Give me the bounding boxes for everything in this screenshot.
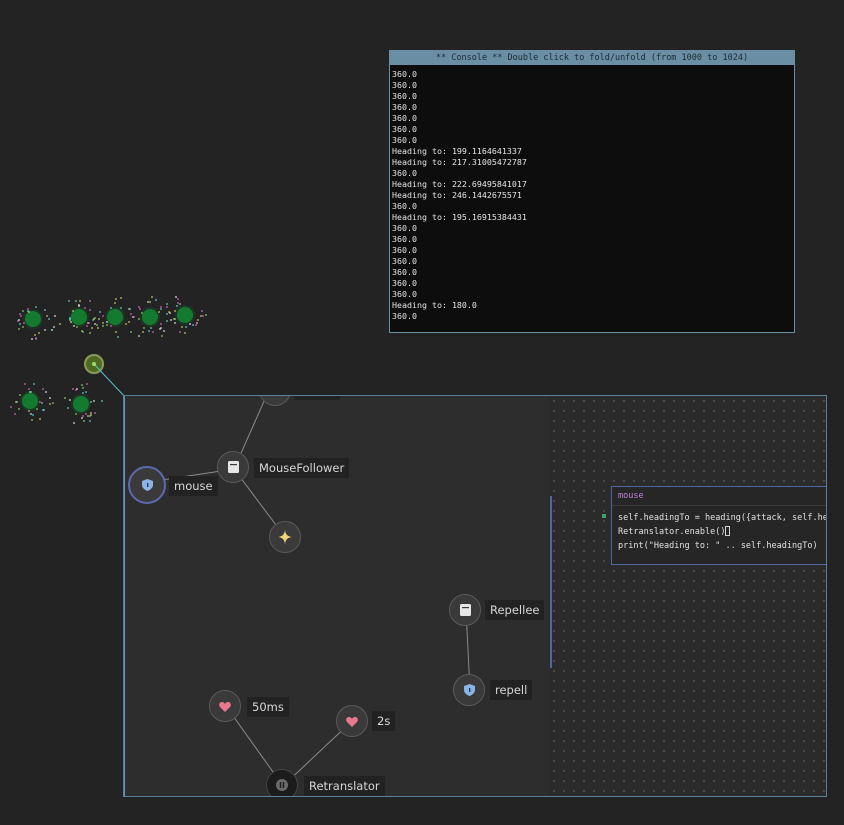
particle (18, 393, 21, 396)
particle (102, 314, 105, 317)
code-editor-title: mouse (612, 487, 826, 506)
particle (51, 401, 54, 404)
sparkle-icon (278, 530, 292, 544)
particle (74, 388, 77, 391)
code-line[interactable]: self.headingTo = heading({attack, self.h… (612, 511, 826, 525)
particle (43, 329, 46, 332)
particle (34, 337, 37, 340)
particle (78, 303, 81, 306)
particle (66, 406, 69, 409)
timer-2s-node[interactable] (336, 705, 368, 737)
particle (178, 330, 181, 333)
particle (173, 317, 176, 320)
particle (53, 325, 56, 328)
particle (117, 335, 119, 338)
particle (124, 322, 127, 325)
particle (165, 319, 168, 322)
particle (53, 314, 56, 317)
particle (132, 315, 135, 318)
timer-50ms-label: 50ms (247, 697, 289, 717)
particle (119, 296, 122, 299)
timer-2s-label: 2s (372, 711, 396, 731)
particle (87, 321, 90, 324)
particle (158, 327, 161, 330)
particle (81, 415, 84, 418)
particle (101, 324, 104, 327)
code-gutter-bar (550, 496, 552, 668)
repellee-label: Repellee (485, 600, 545, 620)
heart-icon (219, 701, 231, 712)
particle (78, 299, 81, 302)
repell-node[interactable] (453, 674, 485, 706)
repellee-node[interactable] (449, 594, 481, 626)
particle (89, 401, 92, 404)
mouse-node[interactable] (128, 466, 166, 504)
retranslator-label: Retranslator (304, 776, 385, 796)
particle (195, 323, 198, 326)
particle (28, 409, 31, 412)
graph-editor-panel[interactable]: mouse MouseFollower Repellee repell 50ms… (123, 395, 827, 797)
particle (88, 299, 91, 302)
particle (68, 299, 71, 302)
shield-icon (463, 684, 475, 696)
particle (69, 317, 72, 320)
document-icon (459, 604, 471, 616)
particle (178, 302, 181, 305)
particle (200, 309, 203, 312)
code-editor[interactable]: mouse self.headingTo = heading({attack, … (611, 486, 826, 565)
pause-icon (276, 779, 288, 791)
code-line[interactable]: print("Heading to: " .. self.headingTo) (612, 539, 826, 553)
particle (44, 390, 47, 393)
particle (137, 334, 140, 337)
timer-50ms-node[interactable] (209, 690, 241, 722)
particle (140, 311, 143, 314)
particle (48, 396, 51, 399)
text-cursor (725, 526, 731, 536)
particle (129, 307, 132, 310)
particle (141, 330, 144, 333)
code-line[interactable]: Retranslator.enable() (612, 525, 826, 539)
particle (89, 419, 92, 422)
particle (47, 317, 50, 320)
particle (110, 306, 113, 309)
particle (138, 317, 141, 320)
particle (27, 388, 30, 390)
particle (26, 310, 29, 313)
particle (30, 337, 33, 340)
particle (174, 296, 177, 299)
particle (173, 321, 176, 324)
document-icon (227, 461, 239, 473)
repell-label: repell (490, 680, 533, 700)
particle (169, 318, 172, 321)
connector-handle[interactable] (602, 514, 606, 518)
particle (150, 295, 153, 298)
shield-icon (141, 479, 153, 491)
particle (98, 311, 101, 314)
particle (191, 323, 194, 326)
particle (34, 305, 37, 308)
particle (71, 309, 74, 312)
heart-icon (346, 716, 358, 727)
sparkle-node[interactable] (269, 521, 301, 553)
particle (33, 333, 36, 336)
particle (95, 324, 98, 327)
mouse-follower-node[interactable] (217, 451, 249, 483)
particle (105, 320, 108, 323)
particle (175, 304, 178, 307)
particle (72, 324, 75, 327)
particle (97, 317, 100, 320)
mouse-node-label: mouse (169, 476, 218, 496)
particle (115, 297, 118, 300)
particle (86, 382, 89, 385)
particle (75, 325, 78, 328)
particle (90, 326, 93, 329)
retranslator-node[interactable] (266, 769, 298, 796)
particle (80, 329, 83, 332)
particle (36, 407, 39, 410)
offscreen-node-label (294, 396, 340, 400)
particle (31, 413, 34, 416)
code-editor-body[interactable]: self.headingTo = heading({attack, self.h… (612, 506, 826, 553)
mouse-follower-label: MouseFollower (254, 458, 350, 478)
